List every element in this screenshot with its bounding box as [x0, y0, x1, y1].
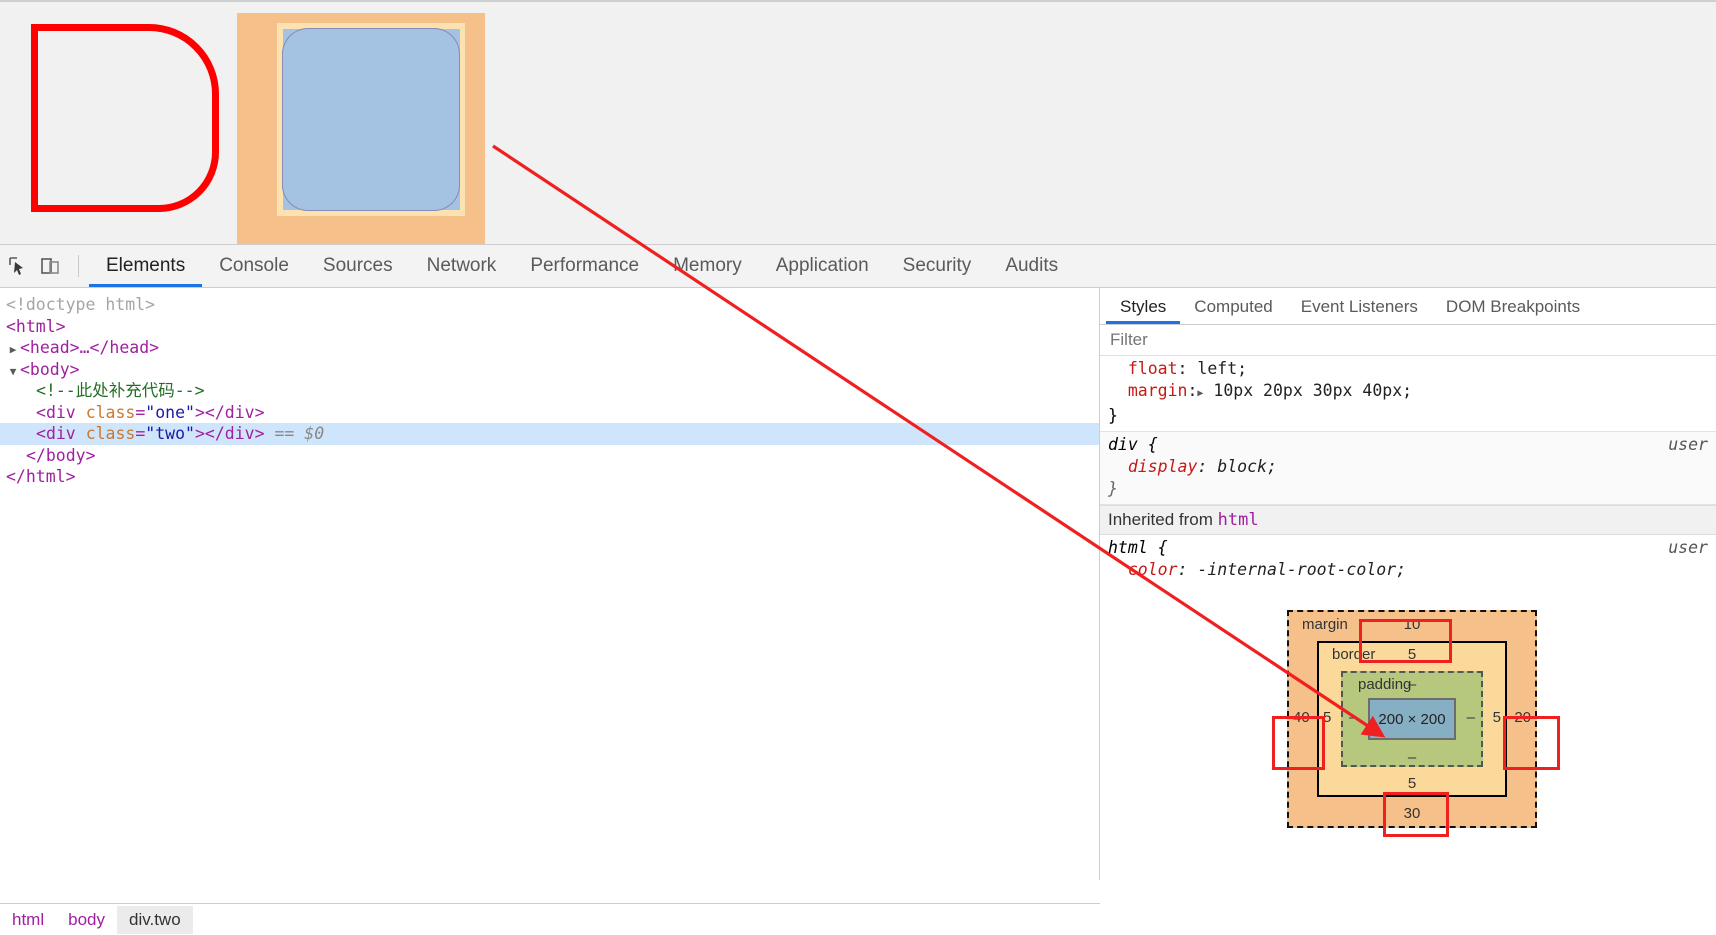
- device-toolbar-icon[interactable]: [36, 252, 64, 280]
- inherited-source[interactable]: html: [1218, 510, 1259, 530]
- tab-sources[interactable]: Sources: [306, 245, 410, 287]
- tab-console[interactable]: Console: [202, 245, 306, 287]
- tab-security[interactable]: Security: [886, 245, 989, 287]
- padding-left-value[interactable]: –: [1349, 709, 1357, 726]
- device-rect-glyph: [41, 258, 59, 274]
- tab-performance[interactable]: Performance: [513, 245, 656, 287]
- dom-line-doctype: <!doctype html>: [0, 294, 1099, 316]
- padding-top-value[interactable]: –: [1287, 676, 1537, 693]
- tab-styles[interactable]: Styles: [1106, 289, 1181, 324]
- tab-elements[interactable]: Elements: [89, 245, 203, 287]
- selector-html[interactable]: html {: [1108, 537, 1716, 559]
- div-two-attr-value: two: [155, 424, 186, 443]
- border-bottom-value[interactable]: 5: [1287, 775, 1537, 792]
- annotation-rect-margin-left: [1272, 716, 1325, 770]
- devtools-toolbar: Elements Console Sources Network Perform…: [0, 245, 1716, 288]
- value-color[interactable]: -internal-root-color;: [1197, 560, 1406, 579]
- toolbar-divider: [78, 255, 79, 277]
- dom-line-div-two[interactable]: <div class="two"></div> == $0: [0, 423, 1099, 445]
- tab-memory[interactable]: Memory: [656, 245, 759, 287]
- cursor-arrow-glyph: [9, 257, 23, 275]
- dom-line-body-open[interactable]: ▼ <body>: [0, 359, 1099, 381]
- selected-node-marker: == $0: [274, 424, 325, 443]
- html-open-tag: <html>: [6, 316, 66, 336]
- styles-filter-row[interactable]: [1100, 325, 1716, 356]
- devtools-panel: Elements Console Sources Network Perform…: [0, 244, 1716, 935]
- annotation-rect-margin-bottom: [1383, 792, 1449, 837]
- declaration-margin[interactable]: margin:▶ 10px 20px 30px 40px;: [1108, 380, 1716, 405]
- inherited-from-header: Inherited from html: [1100, 505, 1716, 535]
- div-one-tagname: div: [45, 402, 76, 422]
- dom-tree-panel[interactable]: <!doctype html> <html> ▶ <head>…</head> ▼…: [0, 288, 1100, 880]
- css-rule-div[interactable]: user div { display: block; }: [1100, 432, 1716, 505]
- dom-line-body-close: </body>: [0, 445, 1099, 467]
- tab-event-listeners[interactable]: Event Listeners: [1287, 289, 1432, 324]
- inspect-element-icon[interactable]: [4, 252, 32, 280]
- tab-network[interactable]: Network: [410, 245, 514, 287]
- tab-computed[interactable]: Computed: [1180, 289, 1286, 324]
- html-close-tag: </html>: [6, 467, 76, 486]
- property-margin[interactable]: margin: [1128, 381, 1188, 400]
- styles-filter-input[interactable]: [1108, 329, 1690, 351]
- head-tag: <head>…</head>: [20, 338, 160, 357]
- inherited-label: Inherited from: [1108, 510, 1213, 529]
- dom-line-comment: <!--此处补充代码-->: [0, 380, 1099, 402]
- breadcrumb-item-div-two[interactable]: div.two: [117, 905, 193, 934]
- dom-line-html-close: </html>: [0, 466, 1099, 488]
- collapse-triangle-icon[interactable]: ▼: [6, 361, 20, 383]
- content-size-label[interactable]: 200 × 200: [1378, 711, 1445, 728]
- breadcrumb-item-body[interactable]: body: [56, 906, 117, 934]
- dom-line-div-one[interactable]: <div class="one"></div>: [0, 402, 1099, 424]
- html-comment-text: <!--此处补充代码-->: [36, 381, 205, 400]
- tab-application[interactable]: Application: [759, 245, 886, 287]
- declaration-color[interactable]: color: -internal-root-color;: [1108, 559, 1716, 581]
- dom-line-html-open[interactable]: <html>: [0, 316, 1099, 338]
- breadcrumb-item-html[interactable]: html: [0, 906, 56, 934]
- value-float[interactable]: left;: [1197, 359, 1247, 378]
- padding-right-value[interactable]: –: [1467, 709, 1475, 726]
- border-right-value[interactable]: 5: [1493, 709, 1501, 726]
- doctype-text: <!doctype html>: [6, 295, 156, 314]
- css-rule-truncated[interactable]: float: left; margin:▶ 10px 20px 30px 40p…: [1100, 356, 1716, 432]
- expand-triangle-icon[interactable]: ▶: [6, 339, 20, 361]
- div-one-attr-name: class: [85, 402, 136, 422]
- highlight-content-layer: [282, 28, 460, 211]
- div-two-closetag: div: [224, 424, 255, 443]
- declaration-float[interactable]: float: left;: [1108, 358, 1716, 380]
- selector-div[interactable]: div {: [1108, 434, 1716, 456]
- declaration-display[interactable]: display: block;: [1108, 456, 1716, 478]
- div-one-closetag: div: [224, 402, 255, 422]
- div-two-attr-name: class: [85, 424, 136, 443]
- dom-breadcrumb: html body div.two: [0, 903, 1100, 935]
- styles-sidebar: Styles Computed Event Listeners DOM Brea…: [1100, 288, 1716, 935]
- div-two-tagname: div: [45, 424, 76, 443]
- css-origin-html[interactable]: user: [1668, 538, 1708, 557]
- div-one-red-outline: [31, 24, 219, 212]
- annotation-rect-margin-right: [1503, 716, 1560, 770]
- property-color[interactable]: color: [1128, 560, 1178, 579]
- rule-close-brace-2: }: [1108, 479, 1118, 498]
- page-viewport: [0, 0, 1716, 244]
- box-model-content-layer[interactable]: 200 × 200: [1368, 698, 1456, 740]
- body-close-tag: </body>: [26, 445, 96, 465]
- css-origin-div[interactable]: user: [1668, 435, 1708, 454]
- div-one-attr-value: one: [155, 402, 186, 422]
- property-display[interactable]: display: [1128, 457, 1198, 476]
- body-open-tag: <body>: [20, 359, 80, 379]
- value-margin[interactable]: 10px 20px 30px 40px;: [1213, 381, 1412, 400]
- rule-close-brace-1: }: [1108, 406, 1118, 425]
- tab-dom-breakpoints[interactable]: DOM Breakpoints: [1432, 289, 1594, 324]
- tab-audits[interactable]: Audits: [988, 245, 1075, 287]
- property-float[interactable]: float: [1128, 359, 1178, 378]
- value-display[interactable]: block;: [1217, 457, 1277, 476]
- annotation-rect-margin-top: [1359, 619, 1452, 663]
- styles-tab-bar: Styles Computed Event Listeners DOM Brea…: [1100, 288, 1716, 325]
- dom-line-head[interactable]: ▶ <head>…</head>: [0, 337, 1099, 359]
